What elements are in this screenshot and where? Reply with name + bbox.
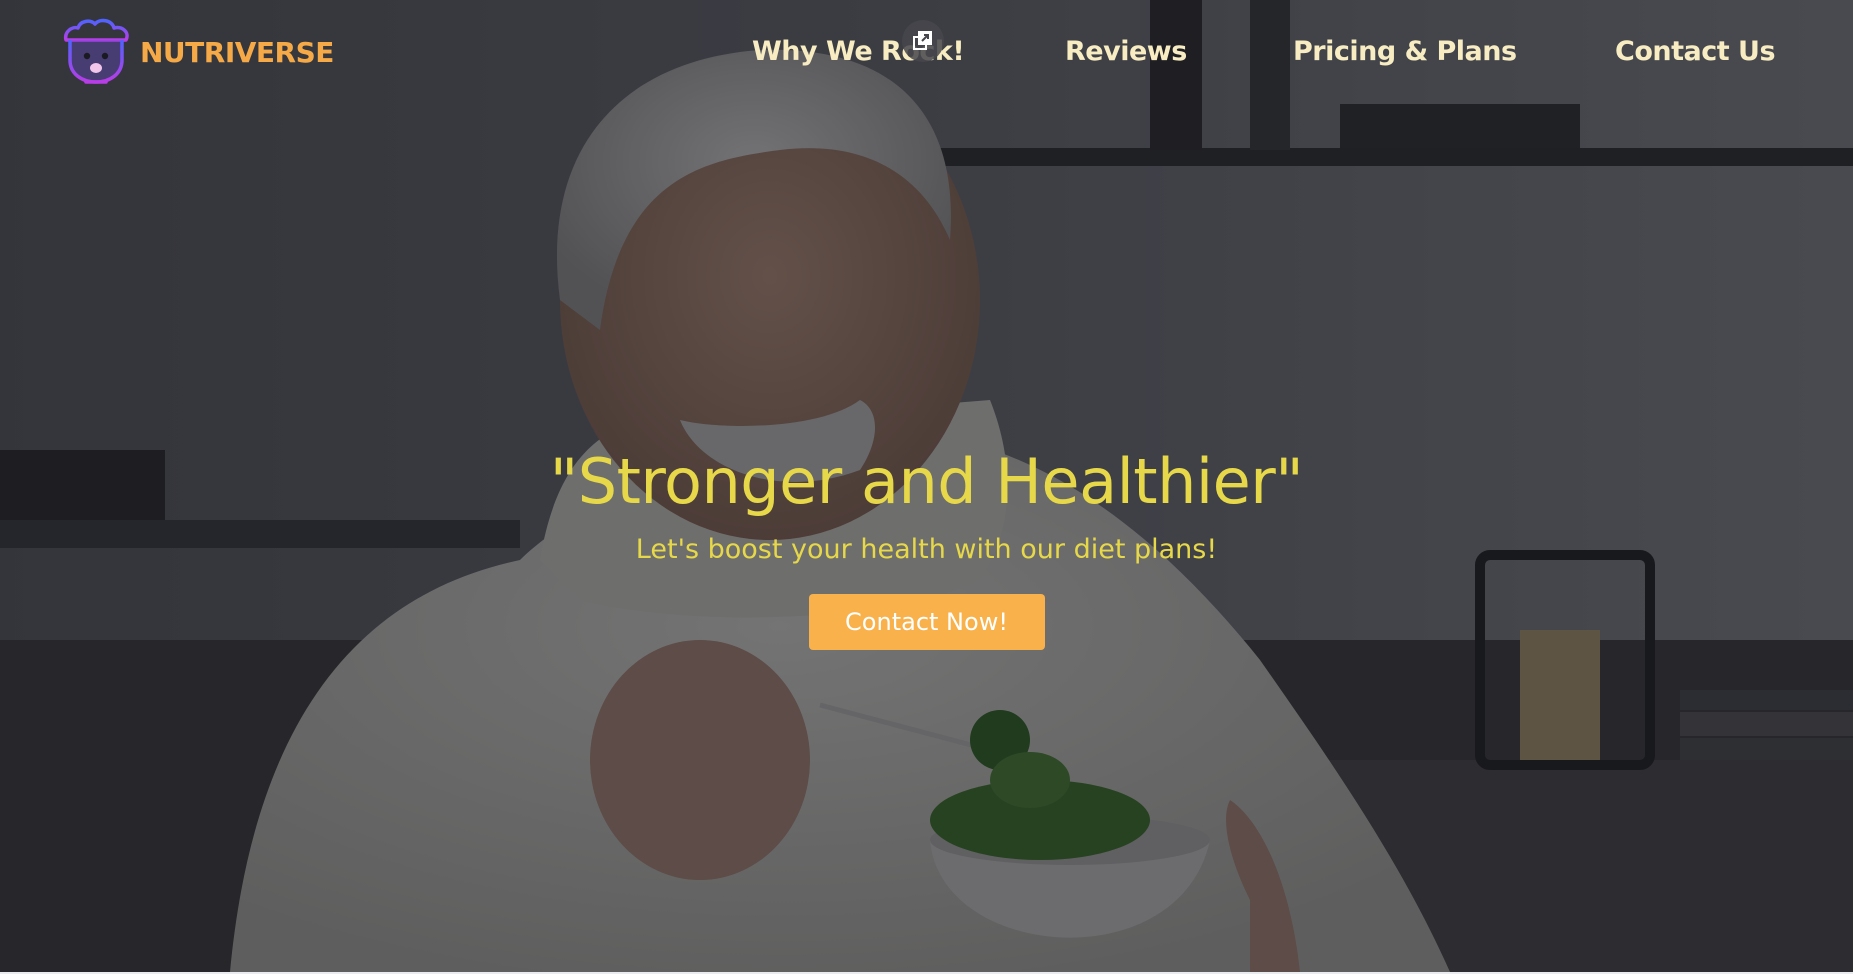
navbar: NUTRIVERSE Why We Rock! Reviews Pricing … — [0, 0, 1853, 104]
external-window-glyph — [913, 31, 932, 50]
hero-section: NUTRIVERSE Why We Rock! Reviews Pricing … — [0, 0, 1853, 972]
contact-now-button[interactable]: Contact Now! — [808, 594, 1045, 650]
external-window-icon[interactable] — [902, 20, 944, 62]
nav-link-reviews[interactable]: Reviews — [1065, 30, 1187, 74]
hero-content: "Stronger and Healthier" Let's boost you… — [0, 440, 1853, 650]
hero-subtitle: Let's boost your health with our diet pl… — [635, 534, 1218, 565]
nav-link-pricing-plans[interactable]: Pricing & Plans — [1293, 30, 1517, 74]
hero-title: "Stronger and Healthier" — [549, 445, 1304, 518]
nav-link-contact-us[interactable]: Contact Us — [1615, 30, 1776, 74]
